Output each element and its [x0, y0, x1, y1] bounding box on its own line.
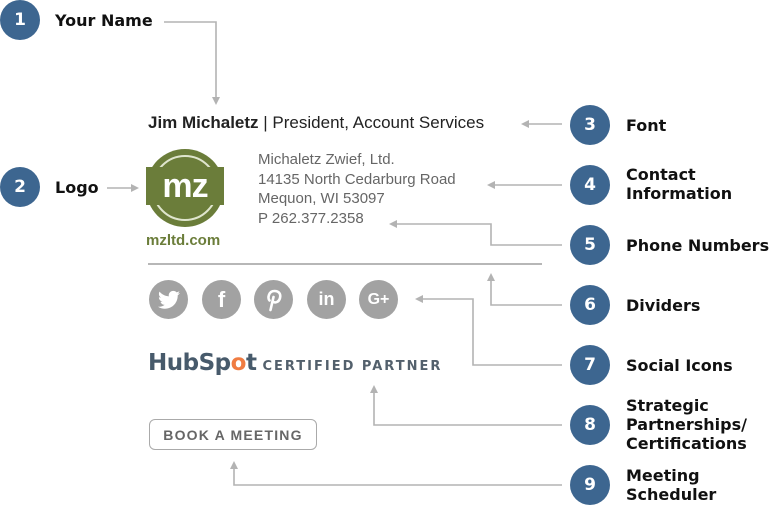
hubspot-certified-partner-badge[interactable]: HubSpot CERTIFIED PARTNER	[148, 350, 442, 376]
facebook-glyph: f	[217, 286, 226, 312]
label-line: Dividers	[626, 296, 701, 315]
callout-label-meeting-scheduler: Meeting Scheduler	[626, 466, 716, 504]
hubspot-logo: HubSpot	[148, 350, 257, 376]
twitter-bird-glyph	[157, 290, 180, 309]
signature-separator: |	[258, 113, 273, 132]
label-line: Phone Numbers	[626, 236, 770, 255]
google-plus-glyph: G+	[367, 290, 390, 308]
callout-badge-2: 2	[0, 167, 40, 207]
street-address: 14135 North Cedarburg Road	[258, 170, 456, 188]
callout-badge-3: 3	[570, 105, 610, 145]
logo-monogram: mz	[146, 167, 224, 205]
arrowhead-8	[370, 385, 378, 393]
book-a-meeting-button[interactable]: BOOK A MEETING	[149, 419, 317, 450]
arrowhead-6	[487, 273, 495, 281]
contact-information: Michaletz Zwief, Ltd. 14135 North Cedarb…	[258, 150, 456, 228]
label-line: Information	[626, 184, 733, 203]
callout-badge-9: 9	[570, 465, 610, 505]
callout-badge-6: 6	[570, 285, 610, 325]
callout-badge-1: 1	[0, 0, 40, 40]
label-line: Certifications	[626, 434, 747, 453]
arrowhead-2	[131, 184, 139, 192]
company-logo[interactable]: mz	[146, 149, 224, 227]
label-line: Strategic	[626, 396, 709, 415]
connector-9	[233, 468, 562, 486]
pinterest-glyph	[266, 289, 282, 311]
label-line: Your Name	[55, 11, 153, 30]
website-link[interactable]: mzltd.com	[146, 232, 220, 249]
callout-badge-5: 5	[570, 225, 610, 265]
callout-label-partnerships: Strategic Partnerships/ Certifications	[626, 396, 747, 453]
arrowhead-3	[521, 120, 529, 128]
hubspot-sprocket-icon: o	[230, 350, 247, 376]
arrowhead-7	[415, 295, 423, 303]
facebook-icon[interactable]: f	[202, 280, 241, 319]
callout-badge-8: 8	[570, 405, 610, 445]
label-line: Social Icons	[626, 356, 733, 375]
signature-divider	[148, 263, 542, 265]
callout-label-logo: Logo	[55, 178, 99, 197]
label-line: Partnerships/	[626, 415, 747, 434]
callout-label-contact-information: Contact Information	[626, 165, 732, 203]
label-line: Meeting	[626, 466, 700, 485]
signature-name-line: Jim Michaletz | President, Account Servi…	[148, 113, 484, 133]
linkedin-icon[interactable]: in	[307, 280, 346, 319]
hubspot-text-pre: HubSp	[148, 350, 231, 376]
hubspot-text-post: t	[245, 350, 257, 376]
callout-badge-4: 4	[570, 165, 610, 205]
callout-label-phone-numbers: Phone Numbers	[626, 236, 769, 255]
label-line: Scheduler	[626, 485, 717, 504]
company-name: Michaletz Zwief, Ltd.	[258, 151, 395, 168]
label-line: Font	[626, 116, 667, 135]
arrowhead-4	[487, 181, 495, 189]
arrowhead-9	[230, 461, 238, 469]
phone-number[interactable]: P 262.377.2358	[258, 209, 456, 229]
pinterest-icon[interactable]	[254, 280, 293, 319]
connector-8	[373, 392, 562, 426]
label-line: Contact	[626, 165, 696, 184]
city-state-zip: Mequon, WI 53097	[258, 190, 385, 207]
twitter-icon[interactable]	[149, 280, 188, 319]
connector-7	[422, 298, 562, 366]
connector-6	[490, 280, 562, 306]
arrowhead-1	[212, 97, 220, 105]
google-plus-icon[interactable]: G+	[359, 280, 398, 319]
certified-partner-text: CERTIFIED PARTNER	[262, 359, 443, 374]
label-line: Logo	[55, 178, 99, 197]
linkedin-glyph: in	[318, 289, 335, 309]
signature-name: Jim Michaletz	[148, 113, 259, 132]
callout-badge-7: 7	[570, 345, 610, 385]
signature-title: President, Account Services	[272, 113, 485, 132]
callout-label-dividers: Dividers	[626, 296, 700, 315]
callout-label-your-name: Your Name	[55, 11, 153, 30]
callout-label-social-icons: Social Icons	[626, 356, 733, 375]
connector-1	[164, 21, 217, 98]
callout-label-font: Font	[626, 116, 666, 135]
